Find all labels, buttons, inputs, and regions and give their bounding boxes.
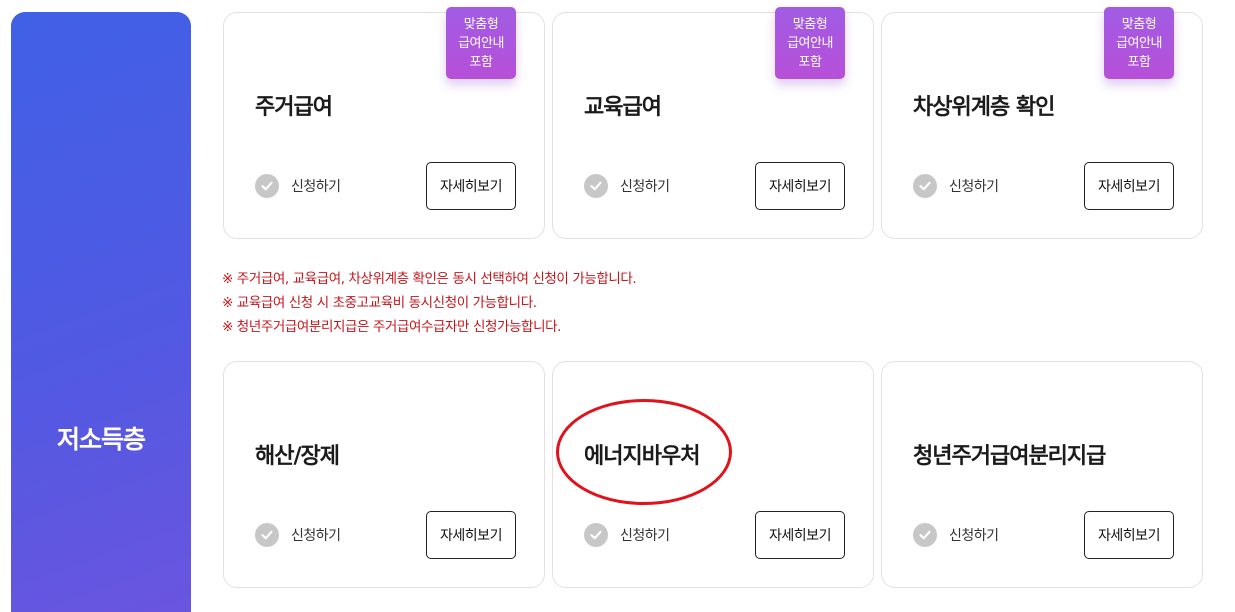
apply-checkbox[interactable]: 신청하기 (584, 174, 670, 198)
badge-line: 포함 (1127, 54, 1151, 70)
custom-benefit-badge: 맞춤형 급여안내 포함 (1104, 7, 1174, 79)
notice-item: ※ 청년주거급여분리지급은 주거급여수급자만 신청가능합니다. (222, 319, 561, 335)
badge-line: 포함 (469, 54, 493, 70)
check-icon (255, 523, 279, 547)
card-title: 주거급여 (255, 95, 333, 120)
apply-label: 신청하기 (291, 179, 341, 195)
apply-label: 신청하기 (620, 179, 670, 195)
service-card-childbirth-funeral: 해산/장제 신청하기 자세히보기 (223, 361, 545, 588)
card-title: 에너지바우처 (584, 444, 700, 469)
card-title: 차상위계층 확인 (913, 95, 1055, 120)
apply-label: 신청하기 (949, 179, 999, 195)
service-card-education: 맞춤형 급여안내 포함 교육급여 신청하기 자세히보기 (552, 7, 874, 239)
apply-checkbox[interactable]: 신청하기 (255, 174, 341, 198)
apply-checkbox[interactable]: 신청하기 (913, 523, 999, 547)
custom-benefit-badge: 맞춤형 급여안내 포함 (775, 7, 845, 79)
check-icon (913, 523, 937, 547)
check-icon (584, 523, 608, 547)
service-card-near-poverty: 맞춤형 급여안내 포함 차상위계층 확인 신청하기 자세히보기 (881, 7, 1203, 239)
detail-button[interactable]: 자세히보기 (426, 162, 516, 210)
apply-label: 신청하기 (620, 528, 670, 544)
detail-button[interactable]: 자세히보기 (755, 511, 845, 559)
apply-checkbox[interactable]: 신청하기 (913, 174, 999, 198)
badge-line: 포함 (798, 54, 822, 70)
notice-item: ※ 주거급여, 교육급여, 차상위계층 확인은 동시 선택하여 신청이 가능합니… (222, 271, 637, 287)
badge-line: 맞춤형 (463, 16, 499, 32)
check-icon (584, 174, 608, 198)
apply-label: 신청하기 (949, 528, 999, 544)
detail-button[interactable]: 자세히보기 (1084, 511, 1174, 559)
badge-line: 급여안내 (458, 35, 504, 51)
badge-line: 맞춤형 (1121, 16, 1157, 32)
detail-button[interactable]: 자세히보기 (1084, 162, 1174, 210)
service-card-youth-housing: 청년주거급여분리지급 신청하기 자세히보기 (881, 361, 1203, 588)
card-title: 청년주거급여분리지급 (913, 444, 1106, 469)
category-title: 저소득층 (56, 425, 146, 454)
detail-button[interactable]: 자세히보기 (755, 162, 845, 210)
apply-checkbox[interactable]: 신청하기 (584, 523, 670, 547)
badge-line: 급여안내 (787, 35, 833, 51)
badge-line: 맞춤형 (792, 16, 828, 32)
check-icon (255, 174, 279, 198)
notice-list: ※ 주거급여, 교육급여, 차상위계층 확인은 동시 선택하여 신청이 가능합니… (222, 267, 637, 339)
detail-button[interactable]: 자세히보기 (426, 511, 516, 559)
apply-checkbox[interactable]: 신청하기 (255, 523, 341, 547)
check-icon (913, 174, 937, 198)
notice-item: ※ 교육급여 신청 시 초중고교육비 동시신청이 가능합니다. (222, 295, 537, 311)
badge-line: 급여안내 (1116, 35, 1162, 51)
card-title: 해산/장제 (255, 444, 340, 469)
apply-label: 신청하기 (291, 528, 341, 544)
category-panel: 저소득층 (11, 12, 191, 612)
service-card-energy-voucher: 에너지바우처 신청하기 자세히보기 (552, 361, 874, 588)
service-card-housing: 맞춤형 급여안내 포함 주거급여 신청하기 자세히보기 (223, 7, 545, 239)
custom-benefit-badge: 맞춤형 급여안내 포함 (446, 7, 516, 79)
card-title: 교육급여 (584, 95, 662, 120)
